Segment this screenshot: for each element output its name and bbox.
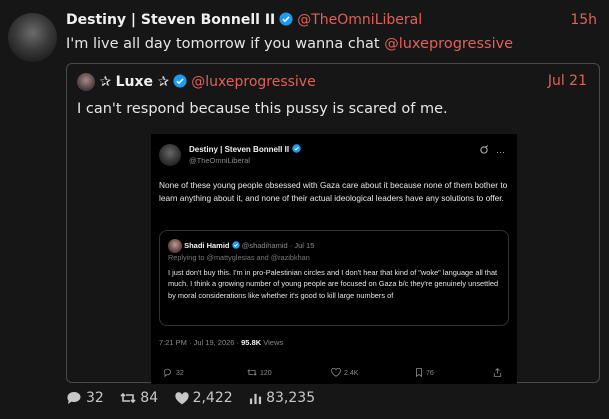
verified-badge-icon (231, 241, 240, 249)
screenshot-reply-count: 32 (163, 368, 184, 378)
heart-icon (331, 367, 341, 377)
comment-icon (67, 391, 81, 404)
screenshot-reply-line: Replying to @mattyglesias and @razibkhan (168, 253, 310, 262)
quoted-post-text: I can't respond because this pussy is sc… (77, 101, 448, 117)
reply-button[interactable]: 32 (66, 390, 104, 406)
screenshot-meta: 7:21 PM · Jul 19, 2026 · 95.8K Views (159, 338, 284, 347)
grok-icon (480, 145, 489, 154)
author-handle[interactable]: @TheOmniLiberal (297, 12, 422, 28)
repost-button[interactable]: 84 (120, 390, 158, 406)
like-button[interactable]: 2,422 (174, 390, 233, 406)
screenshot-header: Destiny | Steven Bonnell II @TheOmniLibe… (159, 142, 509, 168)
quoted-post-header: ✰ Luxe ✰ @luxeprogressive Jul 21 (77, 73, 587, 93)
repost-count: 84 (140, 390, 159, 406)
repost-icon (120, 392, 136, 404)
reply-count: 32 (86, 390, 104, 406)
screenshot-quoted-handle: @shadihamid (241, 240, 288, 250)
screenshot-author-name: Destiny | Steven Bonnell II (189, 144, 301, 154)
screenshot-bookmark-count: 76 (415, 368, 434, 378)
views-button[interactable]: 83,235 (249, 390, 315, 406)
screenshot-quoted-date: · Jul 15 (289, 240, 315, 250)
author-avatar[interactable] (8, 13, 57, 62)
verified-badge-icon (173, 74, 187, 88)
mention-link[interactable]: @luxeprogressive (384, 36, 513, 52)
embedded-screenshot[interactable]: Destiny | Steven Bonnell II @TheOmniLibe… (151, 134, 517, 384)
screenshot-quoted-text: I just don't buy this. I'm in pro-Palest… (168, 268, 499, 300)
quoted-author-avatar[interactable] (77, 73, 95, 91)
post-text-body: I'm live all day tomorrow if you wanna c… (66, 36, 385, 52)
screenshot-header-icons: ··· (479, 145, 505, 157)
quoted-post[interactable]: ✰ Luxe ✰ @luxeprogressive Jul 21 I can't … (66, 63, 600, 384)
post-time[interactable]: 15h (570, 12, 597, 28)
verified-badge-icon (279, 12, 293, 26)
like-count: 2,422 (192, 390, 233, 406)
share-icon (493, 368, 502, 379)
views-chart-icon (250, 393, 262, 405)
star-icon: ✰ (157, 74, 170, 90)
screenshot-post-text: None of these young people obsessed with… (159, 180, 508, 203)
quoted-post-time[interactable]: Jul 21 (548, 73, 587, 89)
quoted-author-handle[interactable]: @luxeprogressive (191, 74, 315, 90)
post-header: Destiny | Steven Bonnell II @TheOmniLiber… (66, 12, 597, 32)
verified-badge-icon (292, 144, 301, 153)
reply-icon (163, 368, 171, 378)
heart-icon (174, 392, 189, 405)
screenshot-repost-count: 120 (247, 368, 272, 377)
more-icon: ··· (496, 147, 505, 157)
screenshot-author-handle: @TheOmniLiberal (189, 156, 250, 165)
screenshot-quoted-author-name: Shadi Hamid (184, 240, 230, 250)
bookmark-icon (416, 368, 422, 378)
star-icon: ✰ (99, 74, 112, 90)
screenshot-quoted-post: Shadi Hamid @shadihamid · Jul 15 Replyin… (159, 230, 509, 326)
view-count: 83,235 (266, 390, 316, 406)
screenshot-like-count: 2.4K (331, 367, 358, 377)
screenshot-author-avatar (159, 144, 181, 166)
quoted-author-name[interactable]: Luxe (116, 74, 153, 90)
author-name[interactable]: Destiny | Steven Bonnell II (66, 12, 275, 28)
screenshot-quoted-header: Shadi Hamid @shadihamid · Jul 15 (168, 239, 314, 253)
post-actions-bar: 32 84 2,422 83,235 (66, 390, 327, 406)
screenshot-quoted-avatar (168, 239, 182, 253)
post-text: I'm live all day tomorrow if you wanna c… (66, 36, 513, 52)
repost-icon (247, 369, 257, 376)
